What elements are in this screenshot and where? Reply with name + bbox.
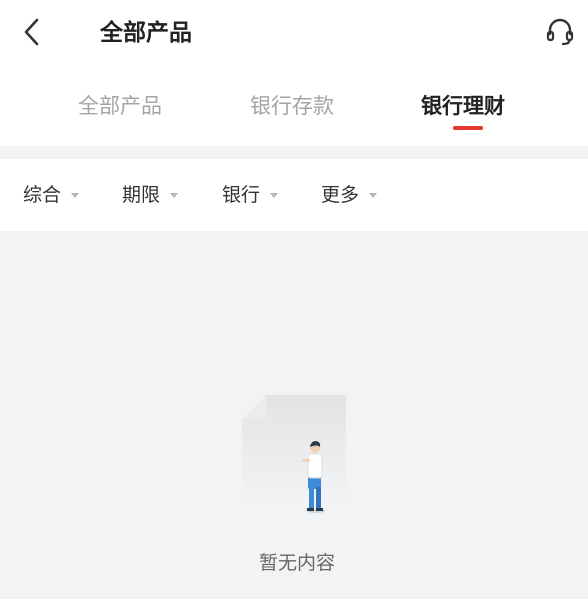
headset-icon: [546, 18, 574, 46]
empty-state-message: 暂无内容: [258, 552, 335, 574]
header: 全部产品: [0, 0, 588, 66]
customer-service-button[interactable]: [542, 14, 578, 50]
back-button[interactable]: [14, 14, 50, 50]
dropdown-arrow-icon: [71, 192, 80, 198]
empty-page-person-icon: [240, 394, 348, 518]
filter-term[interactable]: 期限: [122, 179, 179, 211]
filter-label: 综合: [23, 184, 62, 206]
filter-more[interactable]: 更多: [321, 179, 378, 211]
tab-bank-deposits[interactable]: 银行存款: [250, 88, 334, 124]
dropdown-arrow-icon: [170, 192, 179, 198]
filter-comprehensive[interactable]: 综合: [23, 179, 80, 211]
product-tabs: 全部产品 银行存款 银行理财: [0, 66, 588, 146]
chevron-left-icon: [24, 18, 39, 46]
page-title: 全部产品: [100, 20, 192, 46]
tab-bank-wealth-management[interactable]: 银行理财: [421, 88, 505, 124]
filter-label: 更多: [321, 184, 360, 206]
filter-bank[interactable]: 银行: [222, 179, 279, 211]
active-tab-indicator: [453, 126, 483, 130]
dropdown-arrow-icon: [270, 192, 279, 198]
app-root: 全部产品 全部产品 银行存款 银行理财 综合 期限 银行 更多 暂无内容: [0, 0, 588, 599]
filter-bar: 综合 期限 银行 更多: [0, 159, 588, 231]
dropdown-arrow-icon: [369, 192, 378, 198]
filter-label: 期限: [122, 184, 161, 206]
filter-label: 银行: [222, 184, 261, 206]
tab-all-products[interactable]: 全部产品: [78, 88, 162, 124]
